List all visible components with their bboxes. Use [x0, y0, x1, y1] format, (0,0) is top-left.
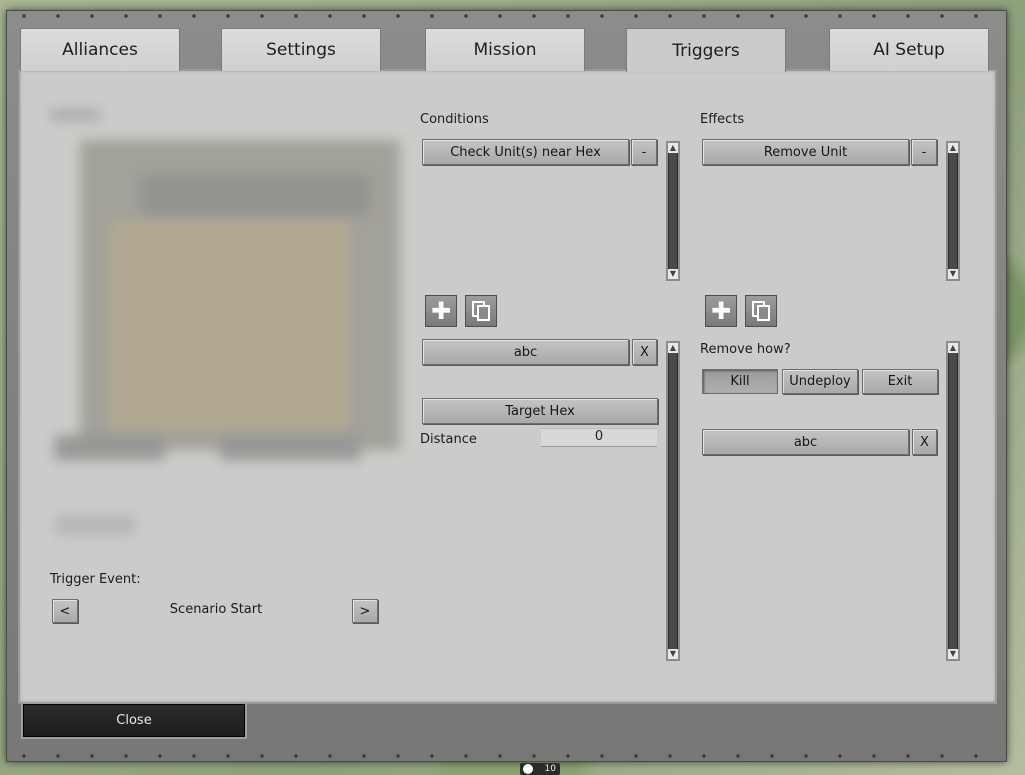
tab-settings[interactable]: Settings	[221, 28, 381, 71]
condition-name-clear-button[interactable]: X	[632, 339, 657, 365]
effect-remove-button[interactable]: -	[911, 139, 937, 165]
effects-scrollbar[interactable]: ▲ ▼	[946, 141, 960, 281]
remove-exit-option[interactable]: Exit	[862, 369, 938, 394]
effect-name-field[interactable]: abc	[702, 429, 909, 455]
condition-details-scrollbar[interactable]: ▲ ▼	[666, 341, 680, 661]
effects-header: Effects	[700, 112, 745, 127]
trigger-event-prev-button[interactable]: <	[52, 599, 78, 623]
plus-icon: ✚	[430, 297, 452, 325]
map-counter-value: 10	[544, 764, 556, 774]
trigger-event-label: Trigger Event:	[50, 572, 141, 587]
copy-icon	[472, 301, 490, 321]
condition-remove-button[interactable]: -	[631, 139, 657, 165]
counter-icon	[523, 764, 533, 774]
copy-icon	[752, 301, 770, 321]
remove-kill-option[interactable]: Kill	[702, 369, 778, 394]
scroll-up-arrow-icon[interactable]: ▲	[948, 143, 958, 153]
scroll-up-arrow-icon[interactable]: ▲	[948, 343, 958, 353]
trigger-list-blurred	[40, 105, 400, 555]
condition-name-field[interactable]: abc	[422, 339, 629, 365]
scroll-down-arrow-icon[interactable]: ▼	[668, 649, 678, 659]
target-hex-button[interactable]: Target Hex	[422, 398, 658, 424]
tab-alliances[interactable]: Alliances	[20, 28, 180, 71]
scroll-up-arrow-icon[interactable]: ▲	[668, 143, 678, 153]
trigger-event-next-button[interactable]: >	[352, 599, 378, 623]
copy-effect-button[interactable]	[745, 295, 777, 327]
effect-name-clear-button[interactable]: X	[912, 429, 937, 455]
close-button[interactable]: Close	[21, 702, 247, 739]
conditions-scrollbar[interactable]: ▲ ▼	[666, 141, 680, 281]
map-counter-badge: 10	[520, 763, 560, 775]
effect-item-button[interactable]: Remove Unit	[702, 139, 909, 165]
bottom-rivets	[7, 753, 1006, 759]
plus-icon: ✚	[710, 297, 732, 325]
add-condition-button[interactable]: ✚	[425, 295, 457, 327]
scroll-down-arrow-icon[interactable]: ▼	[948, 269, 958, 279]
tab-triggers[interactable]: Triggers	[626, 28, 786, 72]
remove-undeploy-option[interactable]: Undeploy	[782, 369, 858, 394]
top-rivets	[7, 13, 1006, 19]
scroll-up-arrow-icon[interactable]: ▲	[668, 343, 678, 353]
remove-how-label: Remove how?	[700, 342, 791, 357]
scroll-down-arrow-icon[interactable]: ▼	[948, 649, 958, 659]
condition-item-button[interactable]: Check Unit(s) near Hex	[422, 139, 629, 165]
add-effect-button[interactable]: ✚	[705, 295, 737, 327]
tab-ai-setup[interactable]: AI Setup	[829, 28, 989, 71]
distance-input[interactable]: 0	[541, 428, 657, 447]
copy-condition-button[interactable]	[465, 295, 497, 327]
conditions-header: Conditions	[420, 112, 489, 127]
effect-details-scrollbar[interactable]: ▲ ▼	[946, 341, 960, 661]
trigger-event-value: Scenario Start	[169, 602, 263, 617]
scroll-down-arrow-icon[interactable]: ▼	[668, 269, 678, 279]
tab-mission[interactable]: Mission	[425, 28, 585, 71]
distance-label: Distance	[420, 432, 477, 447]
